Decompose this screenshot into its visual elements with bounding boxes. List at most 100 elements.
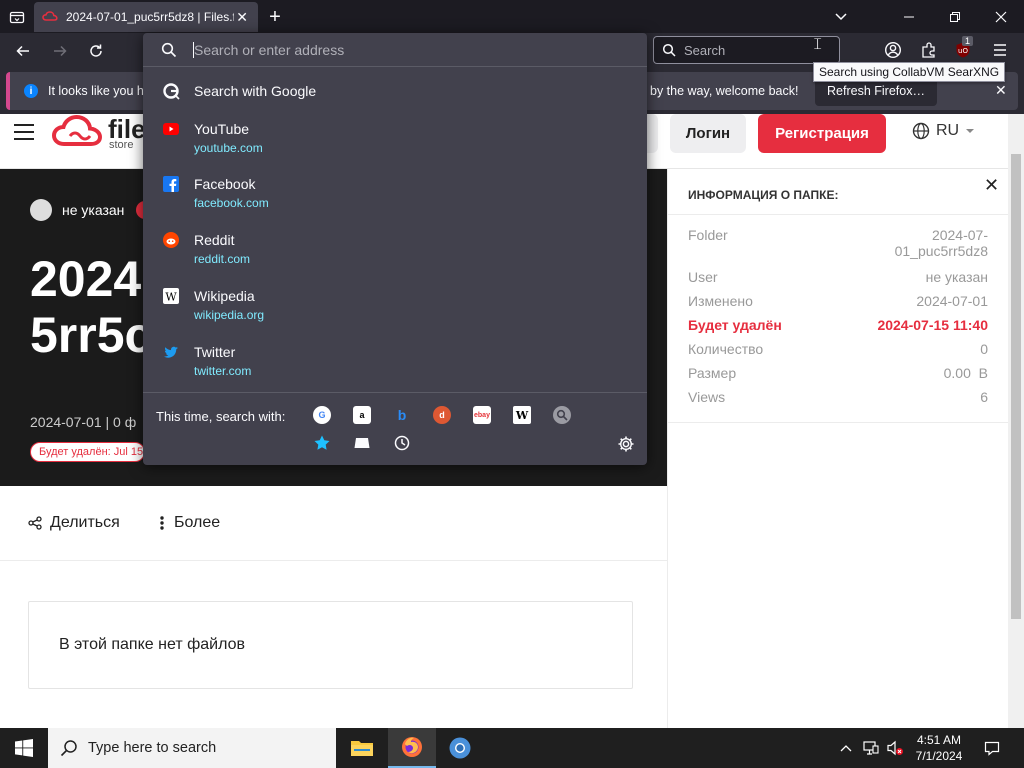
suggestion-title: Facebook (194, 176, 256, 192)
file-explorer-icon[interactable] (338, 728, 386, 768)
login-button[interactable]: Логин (670, 114, 746, 153)
suggestion-title: Reddit (194, 232, 235, 248)
info-value: 6 (980, 389, 988, 405)
tab-list-icon[interactable] (6, 6, 28, 28)
info-value: 2024-07-01_puc5rr5dz8 (894, 227, 988, 259)
wikipedia-engine-icon[interactable]: W (513, 406, 531, 424)
search-icon (60, 740, 77, 757)
panel-close-icon[interactable]: ✕ (984, 175, 999, 196)
dropdown-divider (143, 392, 647, 393)
minimize-icon[interactable] (886, 0, 932, 33)
info-value: не указан (925, 269, 988, 285)
files-fm-favicon-icon (42, 9, 58, 25)
search-settings-gear-icon[interactable] (617, 435, 635, 456)
info-label: Количество (688, 341, 764, 357)
extensions-icon[interactable] (917, 38, 941, 62)
info-row-count: Количество 0 (688, 341, 988, 365)
windows-taskbar: Type here to search 4:51 AM 7/1/2024 (0, 728, 1024, 768)
suggestion-title: Wikipedia (194, 288, 255, 304)
ebay-engine-icon[interactable]: ebay (473, 406, 491, 424)
system-clock[interactable]: 4:51 AM 7/1/2024 (905, 732, 973, 764)
info-label: Изменено (688, 293, 753, 309)
register-button[interactable]: Регистрация (758, 114, 886, 153)
hidden-header-button[interactable] (646, 114, 658, 153)
start-button[interactable] (0, 728, 48, 768)
google-icon (163, 83, 180, 100)
info-label: Будет удалён (688, 317, 782, 333)
notification-text: It looks like you ha (48, 84, 151, 98)
chromium-taskbar-icon[interactable] (436, 728, 484, 768)
tabs-icon[interactable] (353, 434, 371, 452)
wikipedia-icon: W (163, 288, 179, 304)
account-icon[interactable] (881, 38, 905, 62)
extension-badge: 1 (962, 36, 974, 46)
taskbar-search[interactable]: Type here to search (48, 728, 336, 768)
search-tooltip: Search using CollabVM SearXNG (813, 62, 1006, 82)
language-selector[interactable]: RU (912, 122, 975, 140)
share-label: Делиться (50, 514, 120, 531)
amazon-engine-icon[interactable]: a (353, 406, 371, 424)
info-icon: i (24, 84, 38, 98)
page-scrollbar[interactable] (1008, 114, 1024, 728)
network-icon[interactable] (860, 728, 882, 768)
clock-date: 7/1/2024 (915, 749, 963, 763)
files-fm-logo[interactable]: file store (51, 114, 146, 153)
svg-text:uO: uO (958, 47, 968, 55)
info-value: 2024-07-01 (916, 293, 988, 309)
new-tab-icon[interactable]: + (264, 6, 286, 28)
address-placeholder: Search or enter address (194, 42, 345, 58)
more-button[interactable]: Более (158, 514, 220, 532)
windows-logo-icon (15, 739, 33, 757)
bing-engine-icon[interactable]: b (393, 406, 411, 424)
folder-actions: Делиться Более (0, 486, 667, 561)
delete-date-badge: Будет удалён: Jul 15 (30, 442, 145, 462)
owner-name: не указан (62, 202, 125, 218)
scrollbar-thumb[interactable] (1011, 154, 1021, 619)
more-label: Более (174, 514, 221, 531)
info-value: 2024-07-15 11:40 (877, 317, 988, 333)
firefox-taskbar-icon[interactable] (388, 728, 436, 768)
globe-icon (912, 122, 930, 140)
folder-title-line2: 5rr5c (30, 307, 153, 363)
tab-title: 2024-07-01_puc5rr5dz8 | Files.fm (66, 10, 235, 24)
notification-close-icon[interactable]: ✕ (995, 82, 1007, 99)
share-button[interactable]: Делиться (28, 514, 120, 532)
avatar (30, 199, 52, 221)
search-icon (161, 42, 177, 58)
suggestion-url: youtube.com (194, 141, 263, 155)
address-input[interactable]: Search or enter address (143, 33, 647, 67)
panel-header: ИНФОРМАЦИЯ О ПАПКЕ: (668, 169, 1009, 215)
duckduckgo-engine-icon[interactable]: d (433, 406, 451, 424)
search-placeholder: Search (684, 42, 726, 58)
forward-icon[interactable] (47, 38, 73, 64)
menu-icon[interactable] (988, 38, 1012, 62)
reload-icon[interactable] (83, 38, 109, 64)
suggestion-url: facebook.com (194, 196, 269, 210)
address-bar-dropdown: Search or enter address Search with Goog… (143, 33, 647, 465)
history-clock-icon[interactable] (393, 434, 411, 452)
close-window-icon[interactable] (978, 0, 1024, 33)
notification-text-end: by the way, welcome back! (650, 84, 799, 98)
folder-title-line1: 2024 (30, 251, 142, 307)
volume-muted-icon[interactable] (884, 728, 906, 768)
panel-title: ИНФОРМАЦИЯ О ПАПКЕ: (688, 188, 839, 202)
show-hidden-icons-chevron-icon[interactable] (836, 728, 856, 768)
hamburger-menu-icon[interactable] (14, 124, 34, 140)
tab-close-icon[interactable]: ✕ (234, 9, 250, 25)
info-row-user: User не указан (688, 269, 988, 293)
folder-meta: 2024-07-01 | 0 ф (30, 414, 137, 430)
suggestion-title: Twitter (194, 344, 236, 360)
google-engine-icon[interactable]: G (313, 406, 331, 424)
language-label: RU (936, 122, 960, 139)
logo-subtitle: store (109, 139, 134, 151)
back-icon[interactable] (10, 38, 36, 64)
tab-files-fm[interactable]: 2024-07-01_puc5rr5dz8 | Files.fm ✕ (34, 2, 258, 32)
suggestion-url: reddit.com (194, 252, 251, 266)
list-all-tabs-icon[interactable] (818, 0, 864, 33)
bookmarks-star-icon[interactable] (313, 434, 331, 452)
suggestion-title: Search with Google (194, 83, 317, 99)
svg-text:W: W (165, 291, 177, 304)
restore-icon[interactable] (932, 0, 978, 33)
searxng-engine-icon[interactable] (553, 406, 571, 424)
notifications-icon[interactable] (978, 728, 1006, 768)
